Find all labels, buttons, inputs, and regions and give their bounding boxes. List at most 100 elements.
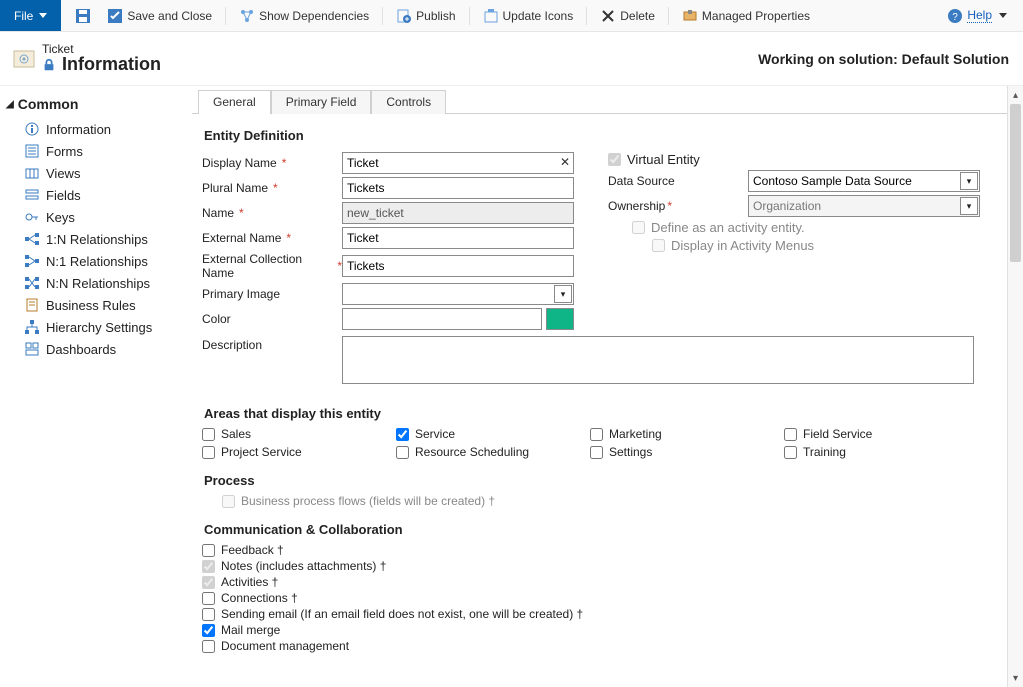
delete-label: Delete [620,9,655,23]
tab-controls[interactable]: Controls [371,90,446,114]
color-swatch[interactable] [546,308,574,330]
label-ownership: Ownership* [608,199,748,213]
toolbar: File Save and Close Show Dependencies Pu… [0,0,1023,32]
primary-image-select[interactable] [342,283,574,305]
rules-icon [24,297,40,313]
name-input [342,202,574,224]
chevron-down-icon [39,13,47,18]
external-collection-input[interactable] [342,255,574,277]
separator [382,7,383,25]
comm-connections[interactable]: Connections † [202,591,997,605]
separator [668,7,669,25]
scroll-down-arrow[interactable]: ▾ [1008,669,1023,687]
separator [586,7,587,25]
entity-icon [12,47,36,71]
label-plural-name: Plural Name* [202,181,342,195]
header-title: Information [62,54,161,75]
content: General Primary Field Controls Entity De… [192,86,1007,687]
area-project-service[interactable]: Project Service [202,445,392,459]
rel-1n-icon [24,231,40,247]
dependencies-icon [239,8,255,24]
sidebar-item-business-rules[interactable]: Business Rules [4,294,183,316]
label-display-name: Display Name* [202,156,342,170]
publish-button[interactable]: Publish [390,4,461,28]
area-marketing[interactable]: Marketing [590,427,780,441]
forms-icon [24,143,40,159]
managed-properties-button[interactable]: Managed Properties [676,4,816,28]
update-icons-icon [483,8,499,24]
save-button[interactable] [69,4,97,28]
hierarchy-icon [24,319,40,335]
managed-props-label: Managed Properties [702,9,810,23]
save-and-close-button[interactable]: Save and Close [101,4,218,28]
show-dependencies-button[interactable]: Show Dependencies [233,4,375,28]
scrollbar[interactable]: ▴ ▾ [1007,86,1023,687]
delete-button[interactable]: Delete [594,4,661,28]
section-process: Process [204,473,997,488]
comm-mail-merge[interactable]: Mail merge [202,623,997,637]
label-description: Description [202,336,342,352]
label-name: Name* [202,206,342,220]
help-button[interactable]: ? Help [941,4,1013,28]
sidebar-item-1n-relationships[interactable]: 1:N Relationships [4,228,183,250]
sidebar-item-nn-relationships[interactable]: N:N Relationships [4,272,183,294]
sidebar-group-common[interactable]: ◢ Common [4,94,183,118]
area-settings[interactable]: Settings [590,445,780,459]
display-name-input[interactable] [342,152,574,174]
area-service[interactable]: Service [396,427,586,441]
sidebar-item-forms[interactable]: Forms [4,140,183,162]
label-data-source: Data Source [608,174,748,188]
separator [225,7,226,25]
plural-name-input[interactable] [342,177,574,199]
sidebar-item-hierarchy-settings[interactable]: Hierarchy Settings [4,316,183,338]
comm-feedback[interactable]: Feedback † [202,543,997,557]
description-textarea[interactable] [342,336,974,384]
sidebar-item-n1-relationships[interactable]: N:1 Relationships [4,250,183,272]
update-icons-label: Update Icons [503,9,574,23]
sidebar-item-dashboards[interactable]: Dashboards [4,338,183,360]
separator [469,7,470,25]
file-label: File [14,9,33,23]
tab-primary-field[interactable]: Primary Field [271,90,372,114]
publish-icon [396,8,412,24]
sidebar-item-fields[interactable]: Fields [4,184,183,206]
header: Ticket Information Working on solution: … [0,32,1023,86]
file-menu[interactable]: File [0,0,61,31]
publish-label: Publish [416,9,455,23]
chevron-down-icon [999,13,1007,18]
sidebar: ◢ Common Information Forms Views Fields … [0,86,192,687]
solution-indicator: Working on solution: Default Solution [758,51,1009,67]
label-color: Color [202,312,342,326]
scroll-thumb[interactable] [1010,104,1021,262]
external-name-input[interactable] [342,227,574,249]
define-activity-checkbox [632,221,645,234]
area-field-service[interactable]: Field Service [784,427,974,441]
save-close-icon [107,8,123,24]
sidebar-item-keys[interactable]: Keys [4,206,183,228]
section-areas: Areas that display this entity [204,406,997,421]
area-resource-scheduling[interactable]: Resource Scheduling [396,445,586,459]
label-virtual-entity: Virtual Entity [627,152,700,167]
comm-doc-mgmt[interactable]: Document management [202,639,997,653]
process-bpf: Business process flows (fields will be c… [222,494,997,508]
area-training[interactable]: Training [784,445,974,459]
rel-nn-icon [24,275,40,291]
show-deps-label: Show Dependencies [259,9,369,23]
virtual-entity-checkbox [608,153,621,166]
data-source-select[interactable] [748,170,980,192]
svg-text:?: ? [953,12,959,23]
label-primary-image: Primary Image [202,287,342,301]
clear-icon[interactable]: ✕ [560,155,570,169]
color-input[interactable] [342,308,542,330]
help-icon: ? [947,8,963,24]
comm-sending-email[interactable]: Sending email (If an email field does no… [202,607,997,621]
tab-general[interactable]: General [198,90,271,114]
sidebar-item-views[interactable]: Views [4,162,183,184]
scroll-track[interactable] [1008,104,1023,669]
scroll-up-arrow[interactable]: ▴ [1008,86,1023,104]
sidebar-item-information[interactable]: Information [4,118,183,140]
fields-icon [24,187,40,203]
expand-caret-icon: ◢ [6,99,14,110]
update-icons-button[interactable]: Update Icons [477,4,580,28]
area-sales[interactable]: Sales [202,427,392,441]
